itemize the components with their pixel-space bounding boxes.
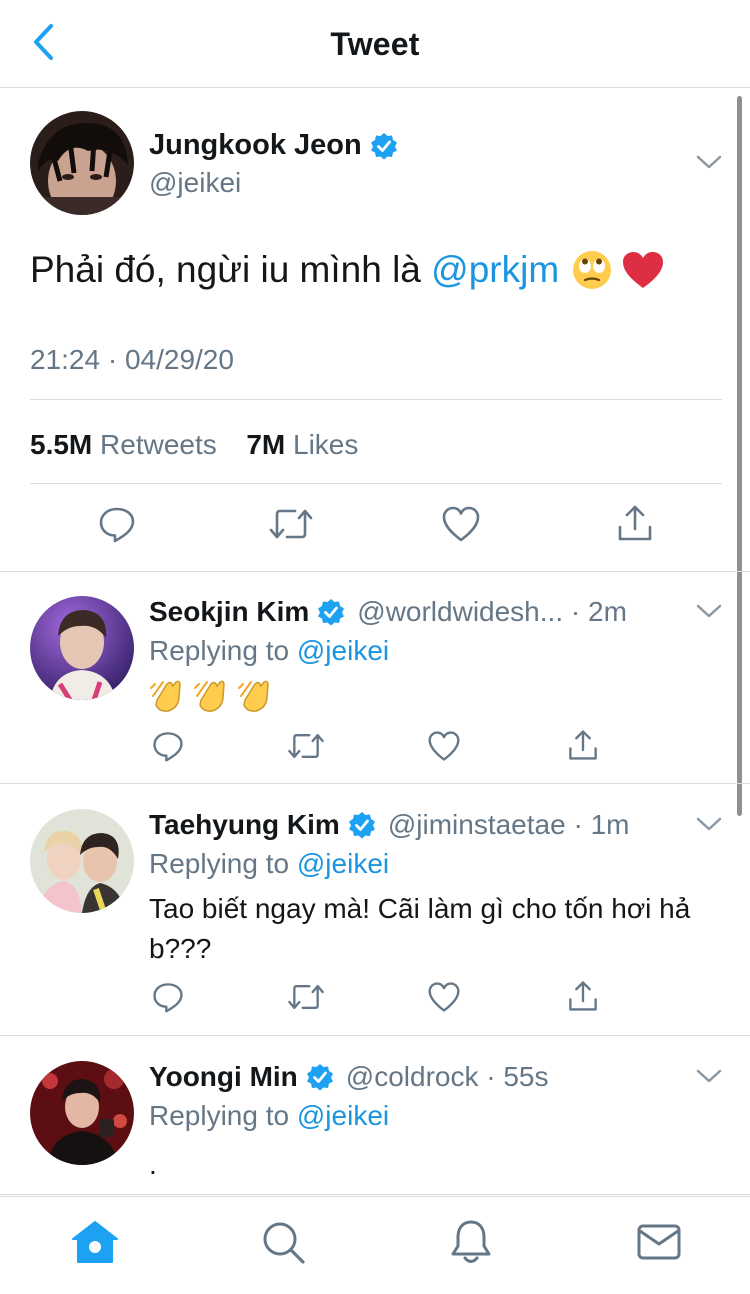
verified-badge-icon <box>370 132 398 160</box>
page-title: Tweet <box>330 26 420 62</box>
author-name-row: Jungkook Jeon <box>149 129 398 162</box>
author-handle[interactable]: @jeikei <box>149 167 241 199</box>
like-label[interactable]: Likes <box>293 429 358 460</box>
replying-to-mention[interactable]: @jeikei <box>297 635 389 666</box>
author-name[interactable]: Yoongi Min <box>149 1061 298 1093</box>
clapping-hands-emoji <box>149 676 187 725</box>
author-name-row: Yoongi Min @coldrock · 55s <box>149 1061 549 1093</box>
notifications-bell-icon <box>449 1218 493 1271</box>
author-handle[interactable]: @coldrock <box>346 1061 479 1093</box>
author-handle[interactable]: @worldwidesh... <box>357 596 563 628</box>
replying-to-mention[interactable]: @jeikei <box>297 1100 389 1131</box>
avatar[interactable] <box>30 809 134 913</box>
reply-button[interactable] <box>96 505 138 547</box>
clapping-hands-emoji <box>193 676 231 725</box>
reply-tweet[interactable]: Yoongi Min @coldrock · 55s Replying to @… <box>0 1037 750 1195</box>
reply-time: · 2m <box>563 596 627 627</box>
replying-label: Replying to <box>149 1100 297 1131</box>
replying-label: Replying to <box>149 635 297 666</box>
face-with-rolling-eyes-emoji <box>571 249 613 291</box>
tab-home[interactable] <box>70 1219 120 1269</box>
author-name[interactable]: Taehyung Kim <box>149 809 340 841</box>
tweet-text-body: Phải đó, ngừi iu mình là <box>30 249 432 290</box>
like-button[interactable] <box>440 505 482 547</box>
share-icon <box>567 979 599 1018</box>
red-heart-emoji <box>621 250 665 290</box>
author-name[interactable]: Seokjin Kim <box>149 596 309 628</box>
reply-tweet[interactable]: Seokjin Kim @worldwidesh... · 2m Replyin… <box>0 572 750 784</box>
chevron-down-icon[interactable] <box>695 602 723 625</box>
reply-time: · 1m <box>565 809 630 840</box>
replying-to: Replying to @jeikei <box>149 1100 389 1132</box>
replying-label: Replying to <box>149 848 297 879</box>
like-count[interactable]: 7M <box>246 429 285 460</box>
reply-icon <box>98 505 136 548</box>
reply-text: Tao biết ngay mà! Cãi làm gì cho tốn hơi… <box>149 893 691 964</box>
reply-icon <box>152 981 184 1018</box>
retweet-label[interactable]: Retweets <box>100 429 217 460</box>
tab-messages[interactable] <box>634 1219 684 1269</box>
retweet-count[interactable]: 5.5M <box>30 429 92 460</box>
author-name-row: Seokjin Kim @worldwidesh... · 2m <box>149 596 627 628</box>
reply-time: · 55s <box>478 1061 549 1092</box>
chevron-down-icon[interactable] <box>695 815 723 838</box>
avatar[interactable] <box>30 1061 134 1165</box>
author-name[interactable]: Jungkook Jeon <box>149 129 362 162</box>
clapping-hands-emoji <box>237 676 275 725</box>
tweet-stats: 5.5M Retweets 7M Likes <box>30 429 358 461</box>
share-button[interactable] <box>614 503 656 547</box>
share-icon <box>567 728 599 767</box>
chevron-down-icon[interactable] <box>695 153 723 176</box>
home-icon <box>71 1219 119 1270</box>
search-icon <box>260 1219 306 1270</box>
share-button[interactable] <box>565 979 601 1017</box>
replying-to: Replying to @jeikei <box>149 635 389 667</box>
reply-text: . <box>149 1149 157 1180</box>
heart-icon <box>427 981 461 1018</box>
reply-text <box>149 676 729 725</box>
retweet-icon <box>287 731 325 766</box>
top-nav-bar: Tweet <box>0 0 750 88</box>
retweet-button[interactable] <box>268 505 314 547</box>
avatar[interactable] <box>30 111 134 215</box>
retweet-button[interactable] <box>286 981 326 1017</box>
chevron-down-icon[interactable] <box>695 1067 723 1090</box>
heart-icon <box>441 505 481 548</box>
main-tweet: Jungkook Jeon @jeikei Phải đó, ngừi iu m… <box>0 89 750 572</box>
reply-button[interactable] <box>150 730 186 766</box>
divider <box>30 483 722 484</box>
like-button[interactable] <box>426 730 462 766</box>
reply-button[interactable] <box>150 981 186 1017</box>
verified-badge-icon <box>306 1063 334 1091</box>
divider <box>30 399 722 400</box>
like-button[interactable] <box>426 981 462 1017</box>
reply-icon <box>152 730 184 767</box>
author-name-row: Taehyung Kim @jiminstaetae · 1m <box>149 809 629 841</box>
retweet-button[interactable] <box>286 730 326 766</box>
mention-link[interactable]: @prkjm <box>431 249 559 291</box>
avatar[interactable] <box>30 596 134 700</box>
tweet-timestamp: 21:24 · 04/29/20 <box>30 344 234 375</box>
share-icon <box>616 503 654 548</box>
author-handle[interactable]: @jiminstaetae <box>388 809 566 841</box>
tweet-text: Phải đó, ngừi iu mình là @prkjm <box>30 249 665 291</box>
verified-badge-icon <box>348 811 376 839</box>
bottom-tab-bar <box>0 1196 750 1294</box>
reply-tweet[interactable]: Taehyung Kim @jiminstaetae · 1m Replying… <box>0 785 750 1036</box>
replying-to: Replying to @jeikei <box>149 848 389 880</box>
heart-icon <box>427 730 461 767</box>
retweet-icon <box>287 982 325 1017</box>
tab-notifications[interactable] <box>446 1219 496 1269</box>
messages-envelope-icon <box>636 1223 682 1266</box>
share-button[interactable] <box>565 728 601 766</box>
retweet-icon <box>269 506 313 547</box>
verified-badge-icon <box>317 598 345 626</box>
tab-search[interactable] <box>258 1219 308 1269</box>
replying-to-mention[interactable]: @jeikei <box>297 848 389 879</box>
